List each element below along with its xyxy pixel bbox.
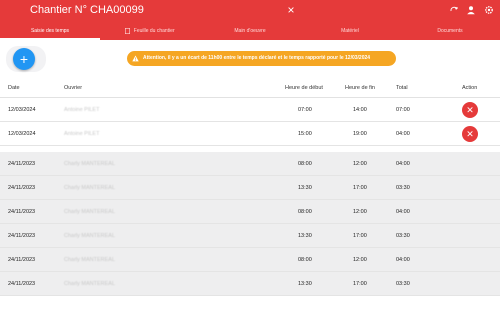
settings-icon[interactable] bbox=[484, 5, 494, 15]
column-header-total: Total bbox=[396, 85, 408, 91]
tab-saisie-des-temps[interactable]: Saisie des temps bbox=[0, 22, 100, 40]
warning-icon bbox=[132, 55, 139, 62]
cell-date: 24/11/2023 bbox=[8, 161, 36, 167]
cell-start: 08:00 bbox=[298, 257, 312, 263]
cell-start: 13:30 bbox=[298, 233, 312, 239]
column-header-action: Action bbox=[462, 85, 478, 91]
cell-start: 08:00 bbox=[298, 209, 312, 215]
tab-label: Main d'oeuvre bbox=[234, 28, 266, 34]
cell-end: 19:00 bbox=[353, 131, 367, 137]
cell-end: 17:00 bbox=[353, 281, 367, 287]
tab-bar: Saisie des temps Feuille du chantier Mai… bbox=[0, 22, 500, 40]
cell-date: 12/03/2024 bbox=[8, 131, 36, 137]
warning-text: Attention, il y a un écart de 11h00 entr… bbox=[143, 55, 371, 61]
cell-worker: Charly MANTEREAL bbox=[64, 257, 116, 263]
cell-total: 04:00 bbox=[396, 131, 410, 137]
active-tab-indicator bbox=[0, 38, 100, 40]
cell-total: 07:00 bbox=[396, 107, 410, 113]
tab-label: Matériel bbox=[341, 28, 359, 34]
table-row: 24/11/2023 Charly MANTEREAL 08:00 12:00 … bbox=[0, 248, 500, 272]
column-header-date: Date bbox=[8, 85, 20, 91]
close-icon[interactable]: × bbox=[286, 3, 296, 17]
cell-end: 17:00 bbox=[353, 233, 367, 239]
table-row: 24/11/2023 Charly MANTEREAL 08:00 12:00 … bbox=[0, 200, 500, 224]
tab-documents[interactable]: Documents bbox=[400, 22, 500, 40]
cell-end: 14:00 bbox=[353, 107, 367, 113]
cell-total: 04:00 bbox=[396, 257, 410, 263]
cell-total: 03:30 bbox=[396, 185, 410, 191]
cell-total: 03:30 bbox=[396, 281, 410, 287]
column-header-worker: Ouvrier bbox=[64, 85, 83, 91]
cell-start: 07:00 bbox=[298, 107, 312, 113]
cell-total: 04:00 bbox=[396, 161, 410, 167]
table-row: 24/11/2023 Charly MANTEREAL 13:30 17:00 … bbox=[0, 272, 500, 296]
cell-worker: Charly MANTEREAL bbox=[64, 185, 116, 191]
column-header-start: Heure de début bbox=[285, 85, 323, 91]
close-icon: ✕ bbox=[466, 129, 474, 139]
page-title: Chantier N° CHA00099 bbox=[30, 4, 144, 16]
table-row: 24/11/2023 Charly MANTEREAL 13:30 17:00 … bbox=[0, 176, 500, 200]
cell-date: 24/11/2023 bbox=[8, 233, 36, 239]
add-entry-button[interactable]: + bbox=[13, 48, 35, 70]
cell-worker: Antoine PILET bbox=[64, 131, 100, 137]
close-icon: ✕ bbox=[466, 105, 474, 115]
cell-start: 13:30 bbox=[298, 281, 312, 287]
cell-date: 12/03/2024 bbox=[8, 107, 36, 113]
document-icon bbox=[125, 27, 131, 34]
cell-worker: Charly MANTEREAL bbox=[64, 281, 116, 287]
sync-icon[interactable] bbox=[449, 5, 459, 15]
cell-worker: Charly MANTEREAL bbox=[64, 209, 116, 215]
tab-feuille-du-chantier[interactable]: Feuille du chantier bbox=[100, 22, 200, 40]
cell-date: 24/11/2023 bbox=[8, 209, 36, 215]
warning-banner: Attention, il y a un écart de 11h00 entr… bbox=[127, 51, 396, 66]
cell-date: 24/11/2023 bbox=[8, 281, 36, 287]
cell-total: 03:30 bbox=[396, 233, 410, 239]
table-row: 12/03/2024 Antoine PILET 07:00 14:00 07:… bbox=[0, 98, 500, 122]
cell-end: 12:00 bbox=[353, 257, 367, 263]
cell-worker: Antoine PILET bbox=[64, 107, 100, 113]
delete-row-button[interactable]: ✕ bbox=[462, 102, 478, 118]
tab-main-d-oeuvre[interactable]: Main d'oeuvre bbox=[200, 22, 300, 40]
tab-label: Saisie des temps bbox=[30, 28, 70, 34]
cell-start: 13:30 bbox=[298, 185, 312, 191]
account-icon[interactable] bbox=[466, 5, 476, 15]
delete-row-button[interactable]: ✕ bbox=[462, 126, 478, 142]
cell-date: 24/11/2023 bbox=[8, 257, 36, 263]
table-row: 24/11/2023 Charly MANTEREAL 08:00 12:00 … bbox=[0, 152, 500, 176]
cell-worker: Charly MANTEREAL bbox=[64, 161, 116, 167]
tab-materiel[interactable]: Matériel bbox=[300, 22, 400, 40]
cell-end: 12:00 bbox=[353, 209, 367, 215]
column-header-end: Heure de fin bbox=[345, 85, 375, 91]
table-header: Date Ouvrier Heure de début Heure de fin… bbox=[0, 78, 500, 98]
cell-end: 12:00 bbox=[353, 161, 367, 167]
app-header: Chantier N° CHA00099 × bbox=[0, 0, 500, 22]
cell-end: 17:00 bbox=[353, 185, 367, 191]
cell-start: 08:00 bbox=[298, 161, 312, 167]
table-row: 24/11/2023 Charly MANTEREAL 13:30 17:00 … bbox=[0, 224, 500, 248]
tab-label: Documents bbox=[437, 28, 463, 34]
cell-worker: Charly MANTEREAL bbox=[64, 233, 116, 239]
tab-label: Feuille du chantier bbox=[133, 28, 175, 34]
cell-total: 04:00 bbox=[396, 209, 410, 215]
table-row: 12/03/2024 Antoine PILET 15:00 19:00 04:… bbox=[0, 122, 500, 146]
cell-date: 24/11/2023 bbox=[8, 185, 36, 191]
cell-start: 15:00 bbox=[298, 131, 312, 137]
